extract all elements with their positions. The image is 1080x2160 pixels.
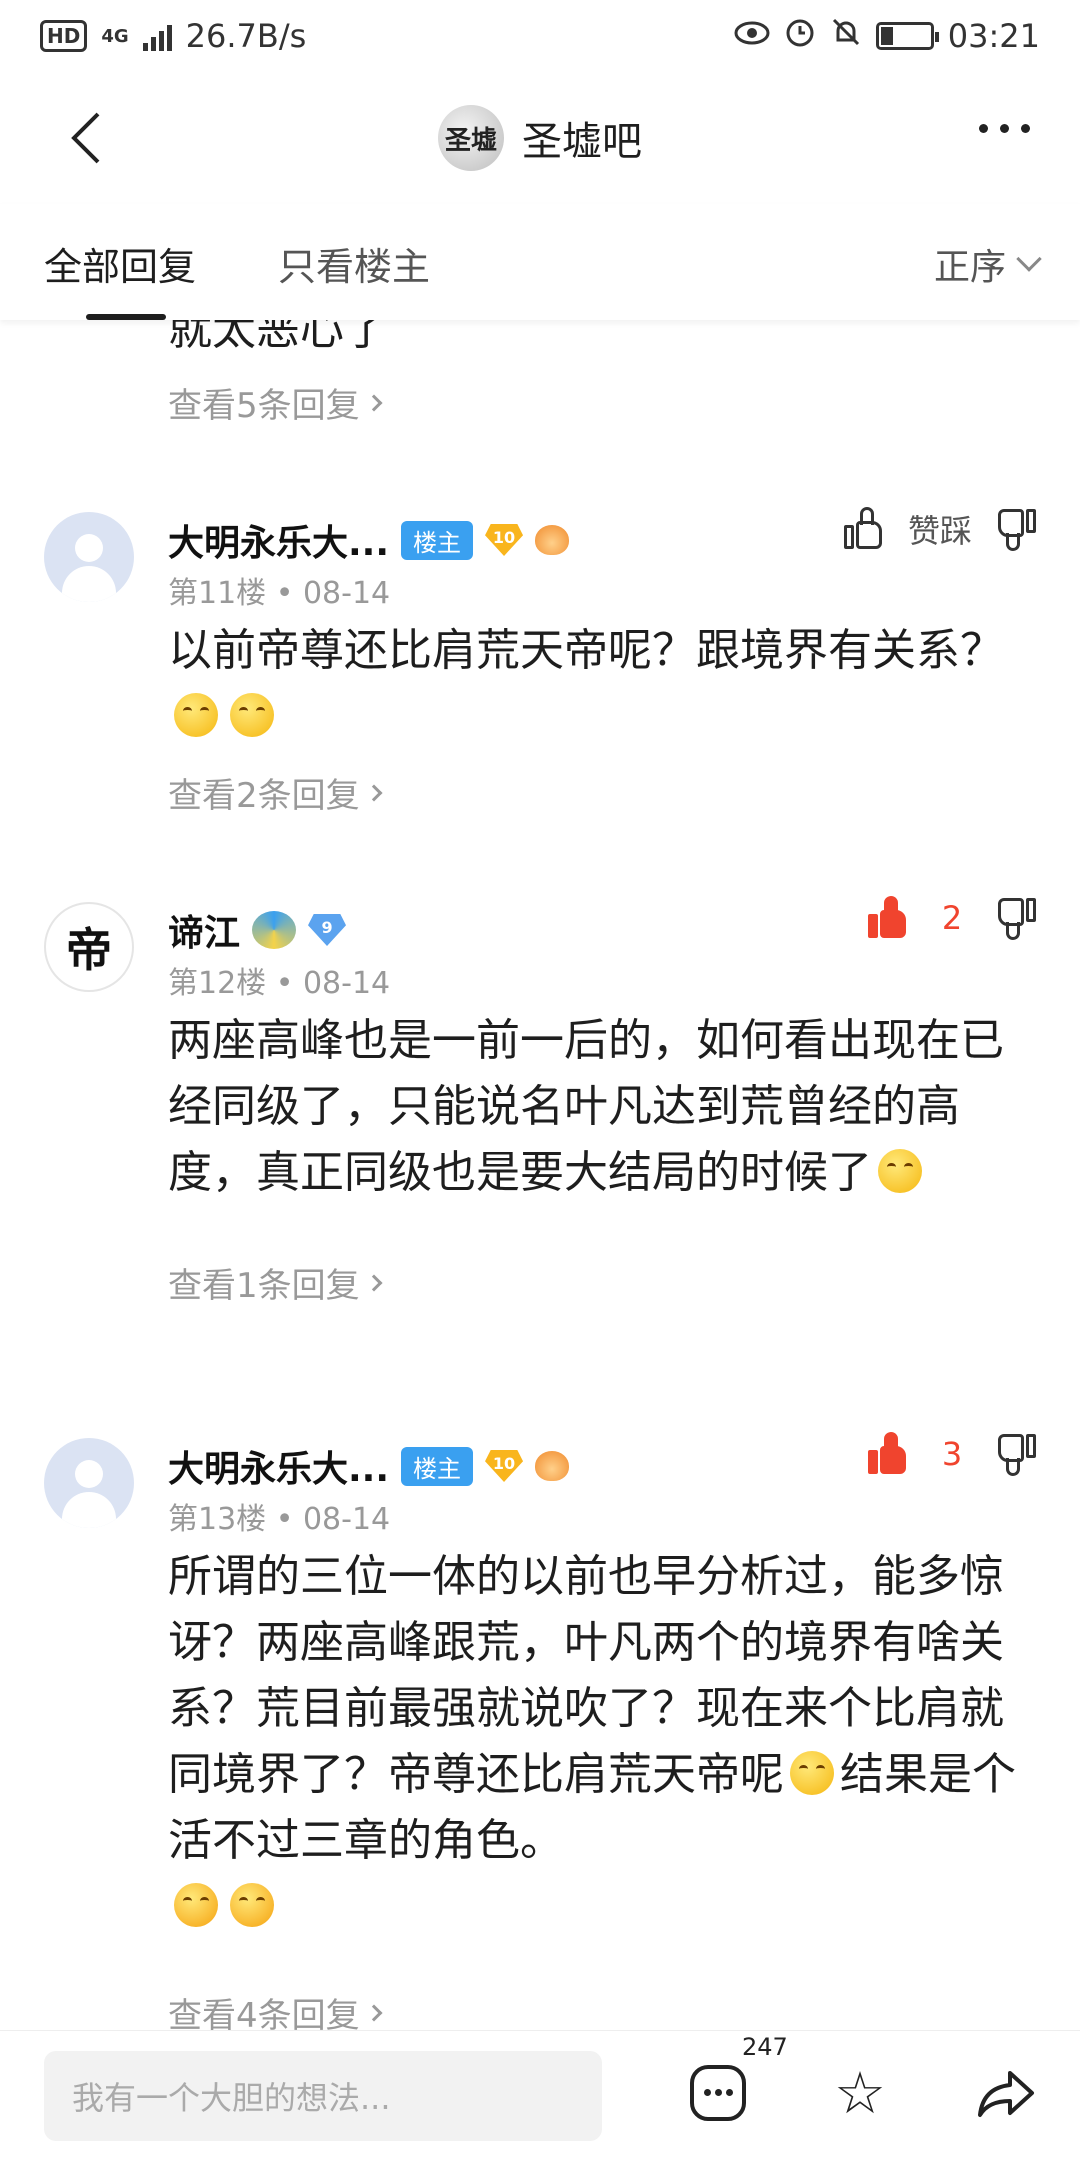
vote-label: 赞踩 bbox=[907, 512, 972, 550]
avatar[interactable] bbox=[44, 1438, 134, 1528]
nav-bar: 圣墟 圣墟吧 bbox=[0, 72, 1080, 204]
sort-order-label: 正序 bbox=[933, 247, 1006, 288]
network-speed: 26.7B/s bbox=[185, 17, 307, 55]
smile-emoji-icon bbox=[230, 693, 274, 737]
avatar[interactable] bbox=[44, 512, 134, 602]
user-name-row: 大明永乐大... 楼主 10 bbox=[168, 514, 570, 566]
chevron-right-icon bbox=[365, 784, 383, 801]
laugh-emoji-icon bbox=[230, 1883, 274, 1927]
post-text: 所谓的三位一体的以前也早分析过，能多惊讶？两座高峰跟荒，叶凡两个的境界有啥关系？… bbox=[168, 1544, 1028, 1940]
post-text: 以前帝尊还比肩荒天帝呢？跟境界有关系？ bbox=[168, 618, 1028, 750]
share-icon[interactable] bbox=[976, 2065, 1034, 2121]
view-replies-label: 查看1条回复 bbox=[168, 1266, 360, 1306]
user-name-row: 谛江 9 bbox=[168, 904, 347, 956]
thumb-down-icon[interactable] bbox=[992, 507, 1036, 551]
reply-post: 帝 谛江 9 2 第12楼 • 08-14 两座高峰也是一前一后的，如何看出现在… bbox=[0, 890, 1080, 1410]
comment-icon[interactable] bbox=[690, 2065, 746, 2121]
forum-name: 圣墟吧 bbox=[522, 119, 642, 165]
status-right: 03:21 bbox=[734, 16, 1040, 56]
sort-order-button[interactable]: 正序 bbox=[933, 238, 1042, 290]
post-meta: 第13楼 • 08-14 bbox=[168, 1502, 391, 1537]
network-type: 4G bbox=[101, 25, 129, 47]
alarm-icon bbox=[784, 16, 816, 56]
view-replies-link[interactable]: 查看5条回复 bbox=[168, 378, 383, 427]
reply-post: 大明永乐大... 楼主 10 3 第13楼 • 08-14 所谓的三位一体的以前… bbox=[0, 1426, 1080, 2030]
view-replies-link[interactable]: 查看4条回复 bbox=[168, 1988, 383, 2030]
view-replies-link[interactable]: 查看1条回复 bbox=[168, 1258, 383, 1307]
post-meta: 第11楼 • 08-14 bbox=[168, 576, 391, 611]
forum-title[interactable]: 圣墟 圣墟吧 bbox=[438, 105, 642, 171]
avatar[interactable]: 帝 bbox=[44, 902, 134, 992]
tab-active-indicator bbox=[86, 314, 166, 320]
user-name[interactable]: 谛江 bbox=[168, 904, 240, 956]
post-meta: 第12楼 • 08-14 bbox=[168, 966, 391, 1001]
battery-icon bbox=[875, 22, 939, 50]
star-icon[interactable]: ☆ bbox=[832, 2064, 888, 2122]
tab-op-only[interactable]: 只看楼主 bbox=[278, 236, 430, 291]
comment-input[interactable]: 我有一个大胆的想法... bbox=[44, 2051, 602, 2141]
vote-controls: 2 bbox=[868, 896, 1036, 940]
view-replies-label: 查看4条回复 bbox=[168, 1996, 360, 2030]
thinking-emoji-icon bbox=[878, 1149, 922, 1193]
forum-logo: 圣墟 bbox=[438, 105, 504, 171]
like-count: 2 bbox=[941, 899, 963, 937]
reply-post: 大明永乐大... 楼主 10 赞踩 第11楼 • 08-14 以前帝尊还比肩荒天… bbox=[0, 500, 1080, 900]
user-name-row: 大明永乐大... 楼主 10 bbox=[168, 1440, 570, 1492]
thumb-up-icon[interactable] bbox=[868, 896, 912, 940]
thumb-down-icon[interactable] bbox=[992, 1432, 1036, 1476]
reply-feed: 就太恶心了 查看5条回复 大明永乐大... 楼主 10 赞踩 第11楼 • 08… bbox=[0, 300, 1080, 2030]
status-bar: HD 4G 26.7B/s 03:21 bbox=[0, 0, 1080, 72]
reply-tabs: 全部回复 只看楼主 正序 bbox=[0, 204, 1080, 320]
user-name[interactable]: 大明永乐大... bbox=[168, 1440, 389, 1492]
hd-icon: HD bbox=[40, 20, 88, 52]
tab-all-replies[interactable]: 全部回复 bbox=[44, 236, 196, 291]
mute-bell-icon bbox=[830, 16, 862, 56]
laugh-emoji-icon bbox=[174, 1883, 218, 1927]
chevron-right-icon bbox=[365, 394, 383, 411]
chevron-down-icon bbox=[1016, 246, 1042, 272]
thumb-down-icon[interactable] bbox=[992, 896, 1036, 940]
view-replies-link[interactable]: 查看2条回复 bbox=[168, 768, 383, 817]
view-replies-label: 查看5条回复 bbox=[168, 386, 360, 426]
vote-controls: 赞踩 bbox=[843, 506, 1036, 552]
vote-controls: 3 bbox=[868, 1432, 1036, 1476]
more-options-icon[interactable] bbox=[979, 124, 1030, 133]
op-badge: 楼主 bbox=[401, 1446, 474, 1486]
status-left: HD 4G 26.7B/s bbox=[40, 17, 306, 55]
post-text-content: 以前帝尊还比肩荒天帝呢？跟境界有关系？ bbox=[168, 625, 1004, 676]
view-replies-label: 查看2条回复 bbox=[168, 776, 360, 816]
post-text: 两座高峰也是一前一后的，如何看出现在已经同级了，只能说名叶凡达到荒曾经的高度，真… bbox=[168, 1008, 1028, 1206]
op-badge: 楼主 bbox=[401, 520, 474, 560]
chevron-right-icon bbox=[365, 2004, 383, 2021]
smile-emoji-icon bbox=[790, 1751, 834, 1795]
vip-swirl-icon bbox=[252, 911, 297, 949]
back-arrow-icon bbox=[71, 112, 100, 164]
user-name[interactable]: 大明永乐大... bbox=[168, 514, 389, 566]
signal-icon bbox=[142, 21, 172, 51]
smile-emoji-icon bbox=[174, 693, 218, 737]
clock-time: 03:21 bbox=[947, 17, 1040, 55]
level-badge: 10 bbox=[485, 1450, 524, 1482]
flame-icon bbox=[535, 1451, 570, 1481]
flame-icon bbox=[535, 525, 570, 555]
eye-icon bbox=[734, 17, 770, 55]
level-badge: 10 bbox=[485, 524, 524, 556]
thumb-up-icon[interactable] bbox=[868, 1432, 912, 1476]
chevron-right-icon bbox=[365, 1274, 383, 1291]
level-badge: 9 bbox=[308, 914, 347, 946]
thumb-up-icon[interactable] bbox=[843, 507, 888, 551]
back-button[interactable] bbox=[60, 108, 120, 168]
comment-count: 247 bbox=[742, 2033, 788, 2061]
bottom-bar: 我有一个大胆的想法... 247 ☆ bbox=[0, 2030, 1080, 2160]
like-count: 3 bbox=[941, 1435, 963, 1473]
